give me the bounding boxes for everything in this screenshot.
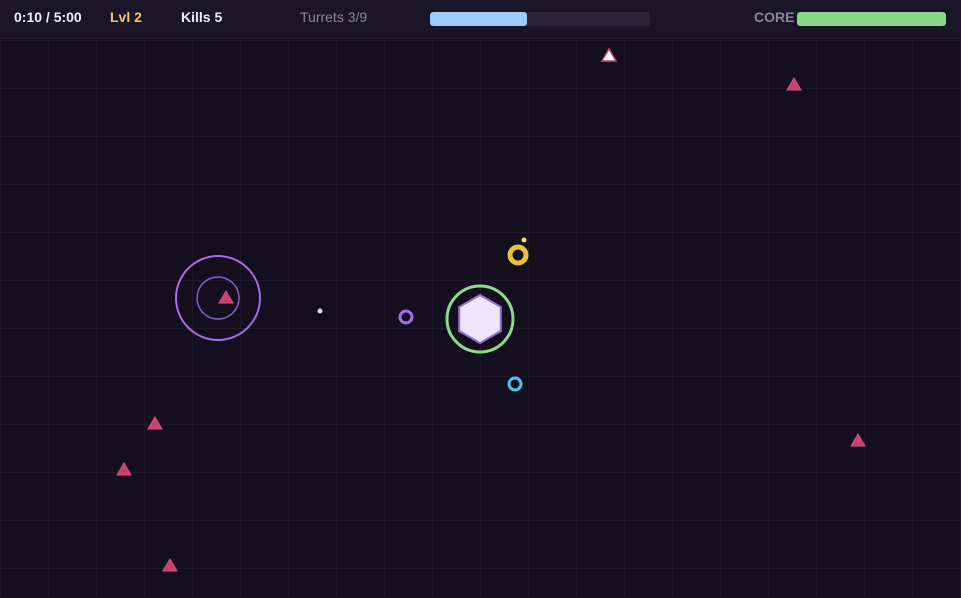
turret-yellow[interactable] (507, 244, 529, 266)
enemy-triangle-icon[interactable] (162, 558, 178, 572)
enemy-triangle-icon[interactable] (147, 416, 163, 430)
turret-core-dot (516, 253, 520, 257)
shockwave-effect (175, 255, 261, 341)
level-indicator: Lvl 2 (110, 9, 142, 25)
enemy-triangle-icon[interactable] (218, 290, 234, 304)
kill-counter: Kills 5 (181, 9, 223, 25)
enemy-triangle-icon[interactable] (850, 433, 866, 447)
timer: 0:10 / 5:00 (14, 9, 82, 25)
shockwave-outer-ring (175, 255, 261, 341)
projectile (521, 237, 527, 243)
core-health-bar (797, 12, 946, 26)
core-health-fill (797, 12, 946, 26)
game-stage[interactable]: 0:10 / 5:00 Lvl 2 Kills 5 Turrets 3/9 CO… (0, 0, 961, 598)
projectiles (317, 237, 527, 314)
enemy-triangle-icon[interactable] (600, 47, 618, 62)
turret-core-dot (513, 382, 517, 386)
turret-core-dot (404, 315, 408, 319)
shockwave-inner-ring (196, 276, 240, 320)
enemy-triangle-icon[interactable] (116, 462, 132, 476)
core[interactable] (445, 284, 515, 354)
turret-cyan[interactable] (507, 376, 523, 392)
hud-bar: 0:10 / 5:00 Lvl 2 Kills 5 Turrets 3/9 CO… (0, 0, 961, 39)
turret-purple[interactable] (398, 309, 414, 325)
hexagon-icon (458, 293, 502, 345)
turret-counter: Turrets 3/9 (300, 9, 368, 25)
enemy-triangle-icon[interactable] (786, 77, 802, 91)
wave-progress-fill (430, 12, 527, 26)
battlefield[interactable] (0, 0, 961, 598)
core-health-label: CORE (754, 9, 795, 25)
projectile (317, 308, 323, 314)
wave-progress-bar (430, 12, 650, 26)
